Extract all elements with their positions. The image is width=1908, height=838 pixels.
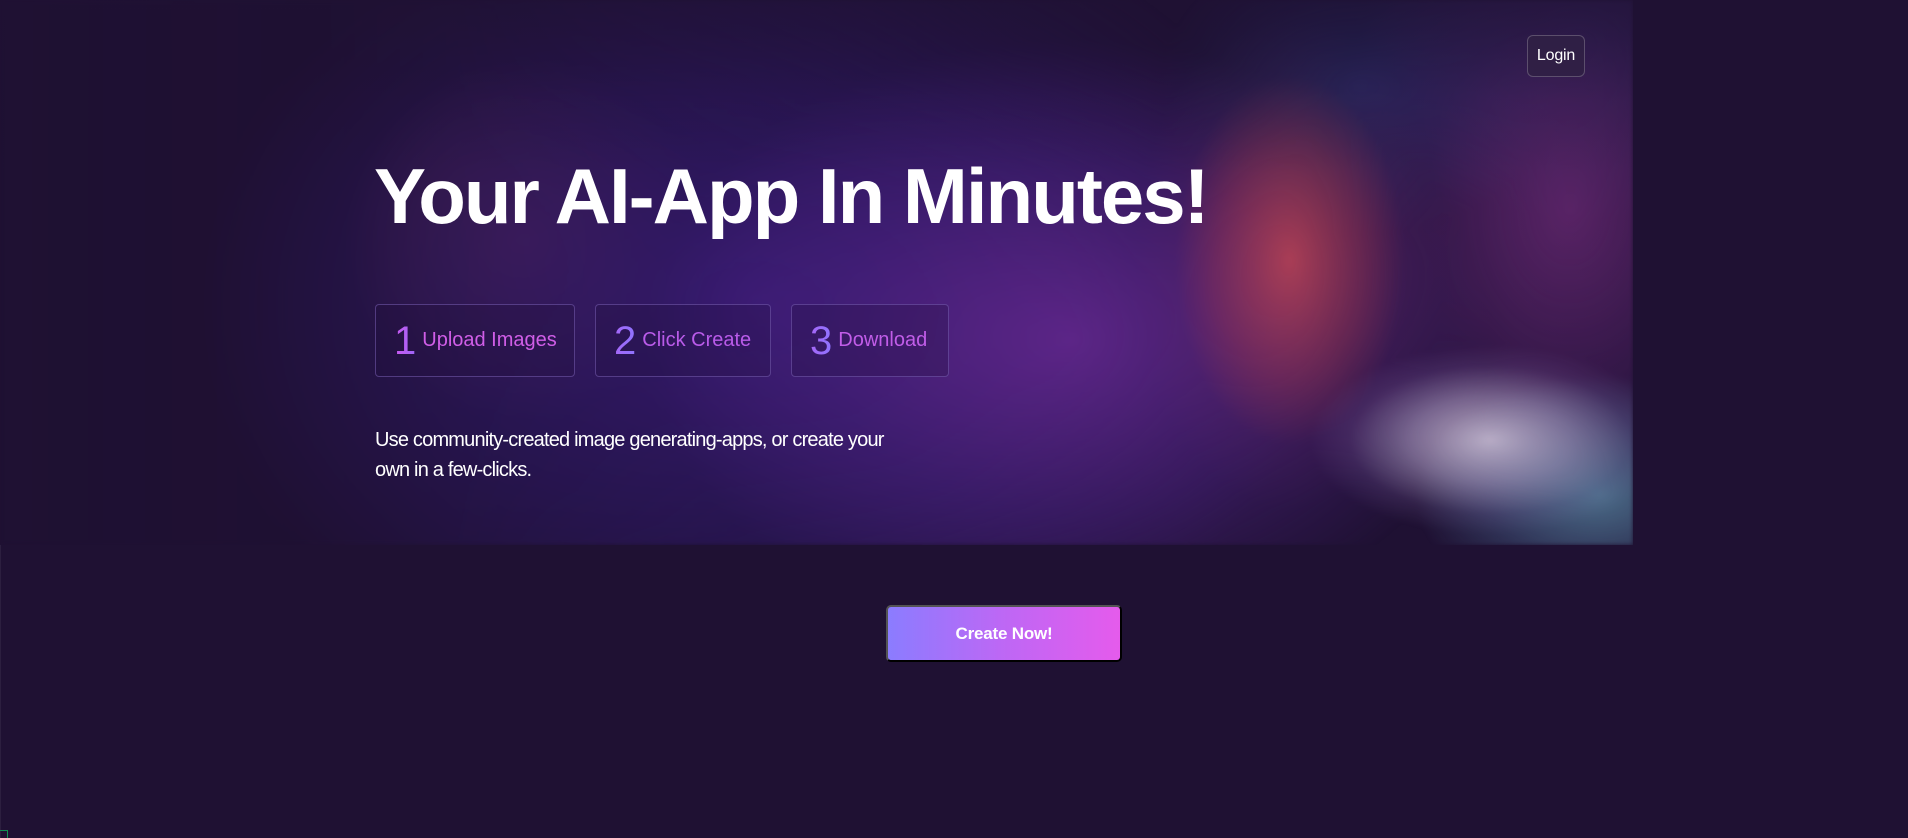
step-label: Upload Images [422,329,557,351]
step-label: Download [838,329,928,351]
step-number: 3 [810,318,833,363]
create-now-button[interactable]: Create Now! [886,605,1122,662]
login-button[interactable]: Login [1527,35,1585,77]
hero-description: Use community-created image generating-a… [375,429,884,481]
step-number: 1 [394,318,417,363]
step-upload-images: 1 Upload Images [375,304,575,377]
steps-list: 1 Upload Images 2 Click Create 3 Downloa… [375,304,949,377]
corner-accent [0,830,8,838]
step-click-create: 2 Click Create [595,304,771,377]
hero-section: Login Your AI-App In Minutes! 1 Upload I… [0,0,1633,545]
step-download: 3 Download [791,304,949,377]
step-number: 2 [614,318,637,363]
page-title: Your AI-App In Minutes! [374,152,1210,240]
step-label: Click Create [642,329,752,351]
landing-page: Login Your AI-App In Minutes! 1 Upload I… [0,0,1908,838]
